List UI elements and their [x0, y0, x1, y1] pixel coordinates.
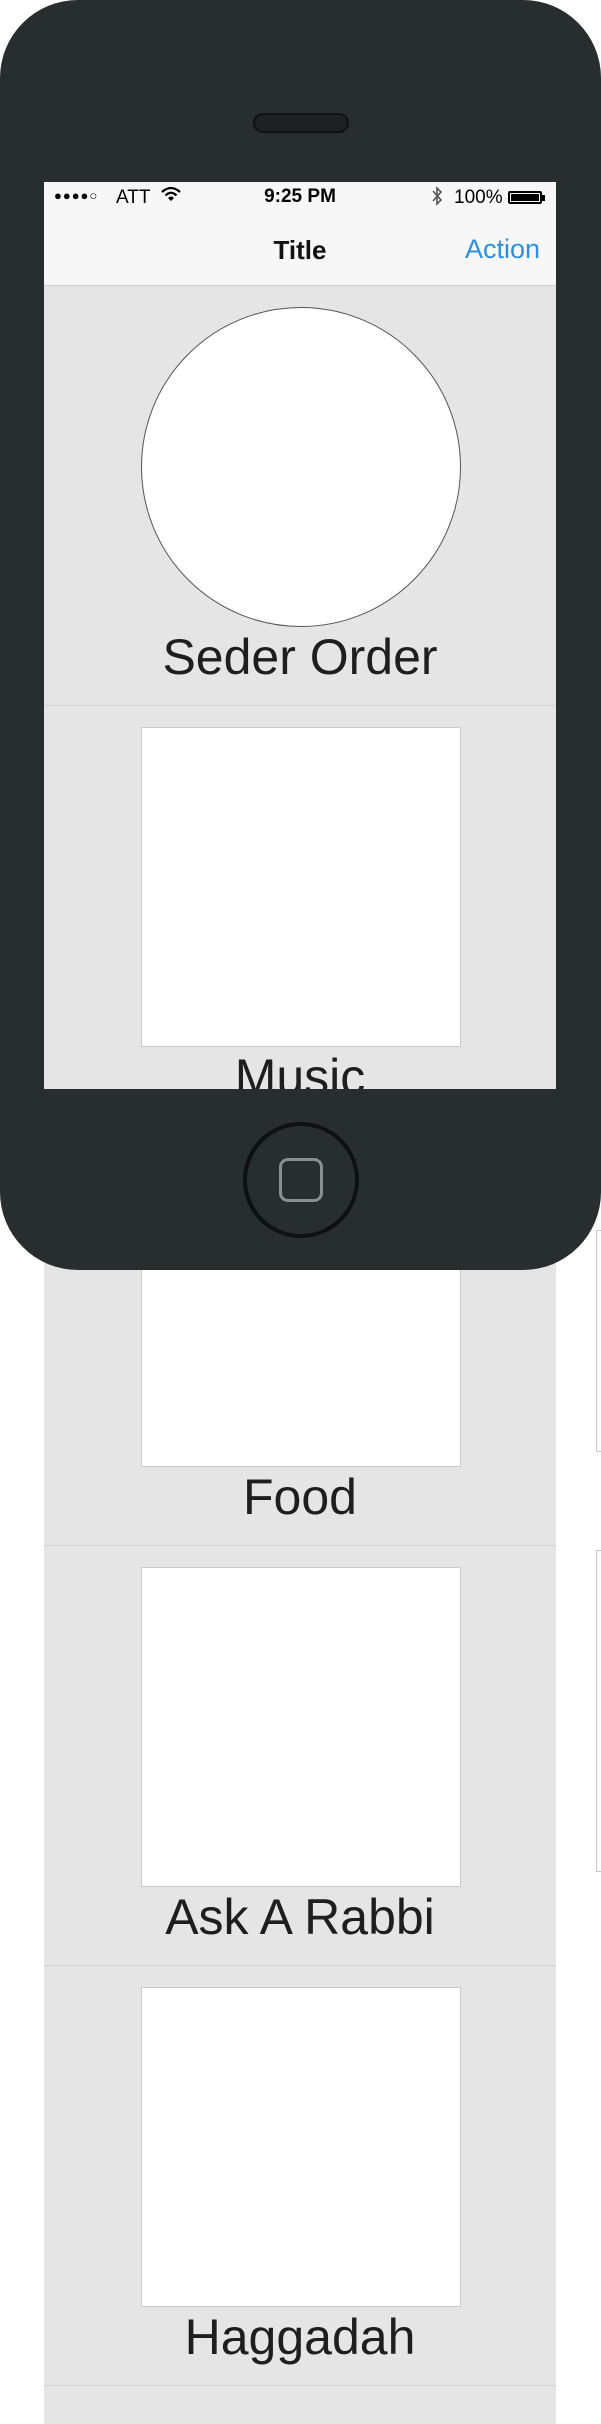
screen-list: Seder Order Music	[44, 286, 556, 1089]
list-item-label: Haggadah	[184, 2309, 416, 2365]
list-item[interactable]: Seder Order	[44, 286, 556, 706]
list-item-image	[141, 1987, 461, 2307]
navigation-bar: Title Action	[44, 212, 556, 286]
list-item-image	[141, 727, 461, 1047]
list-item-image	[141, 1567, 461, 1887]
list-item[interactable]: Music	[44, 706, 556, 1089]
bluetooth-icon	[430, 186, 444, 212]
phone-frame: ●●●●○ ATT 9:25 PM 100% Title Action Sede…	[0, 0, 601, 1270]
edge-marker	[596, 1550, 601, 1872]
phone-screen: ●●●●○ ATT 9:25 PM 100% Title Action Sede…	[44, 182, 556, 1089]
battery-icon	[508, 191, 545, 204]
home-button[interactable]	[243, 1122, 359, 1238]
speaker-grille	[253, 113, 349, 133]
list-item-label: Music	[234, 1049, 366, 1089]
list-item-label: Ask A Rabbi	[165, 1889, 435, 1945]
action-button[interactable]: Action	[465, 234, 540, 265]
list-item[interactable]: Haggadah	[44, 1966, 556, 2386]
edge-marker	[596, 1230, 601, 1452]
status-bar: ●●●●○ ATT 9:25 PM 100%	[44, 182, 556, 212]
list-item-label: Seder Order	[162, 629, 438, 685]
battery-percent: 100%	[454, 187, 503, 208]
home-square-icon	[279, 1158, 323, 1202]
list-item-label: Food	[243, 1469, 357, 1525]
list-item[interactable]: Ask A Rabbi	[44, 1546, 556, 1966]
list-item-image	[141, 307, 461, 627]
